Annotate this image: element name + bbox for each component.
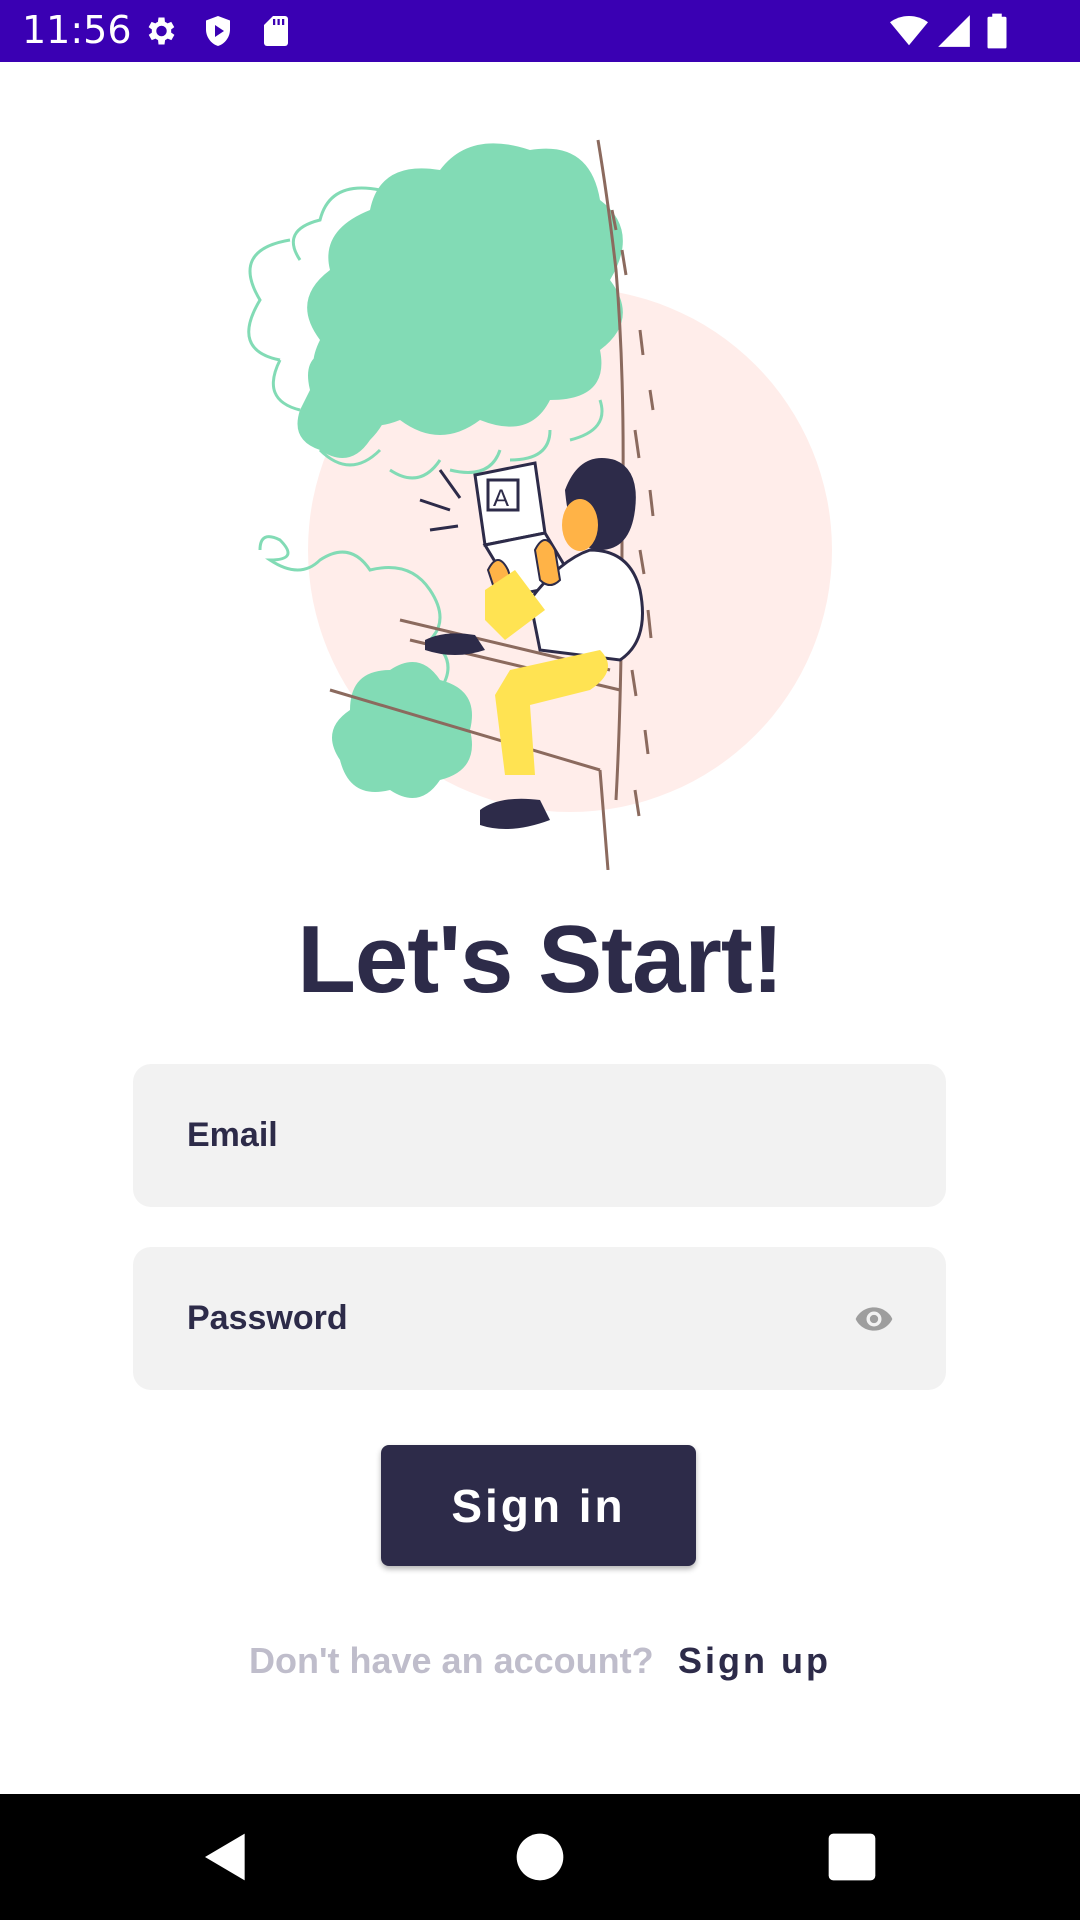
sign-in-button[interactable]: Sign in	[381, 1445, 696, 1566]
laptop-screen	[473, 461, 547, 547]
eye-icon[interactable]	[852, 1299, 896, 1339]
signal-icon	[938, 15, 970, 47]
email-placeholder: Email	[187, 1116, 278, 1154]
sd-card-icon	[264, 16, 288, 46]
sign-up-link[interactable]: Sign up	[678, 1640, 831, 1681]
shoe-left	[425, 633, 485, 655]
page-title: Let's Start!	[297, 906, 784, 1013]
laptop-letter: A	[493, 485, 509, 512]
password-placeholder: Password	[187, 1299, 348, 1337]
shoe-right	[480, 798, 550, 829]
status-bar: 11:56	[0, 0, 1080, 62]
navigation-bar	[0, 1794, 1080, 1920]
back-icon[interactable]	[198, 1829, 254, 1885]
signup-row: Don't have an account? Sign up	[0, 1640, 1080, 1682]
battery-icon	[987, 13, 1007, 49]
wifi-icon	[890, 15, 928, 46]
recents-icon[interactable]	[824, 1829, 880, 1885]
hero-illustration: A	[247, 130, 832, 870]
status-time: 11:56	[22, 8, 132, 52]
girl-face	[562, 499, 598, 551]
password-field[interactable]: Password	[133, 1247, 946, 1390]
shield-play-icon	[206, 16, 230, 46]
home-icon[interactable]	[512, 1829, 568, 1885]
signup-question: Don't have an account?	[248, 1640, 654, 1681]
settings-icon	[148, 17, 175, 45]
email-field[interactable]: Email	[133, 1064, 946, 1207]
